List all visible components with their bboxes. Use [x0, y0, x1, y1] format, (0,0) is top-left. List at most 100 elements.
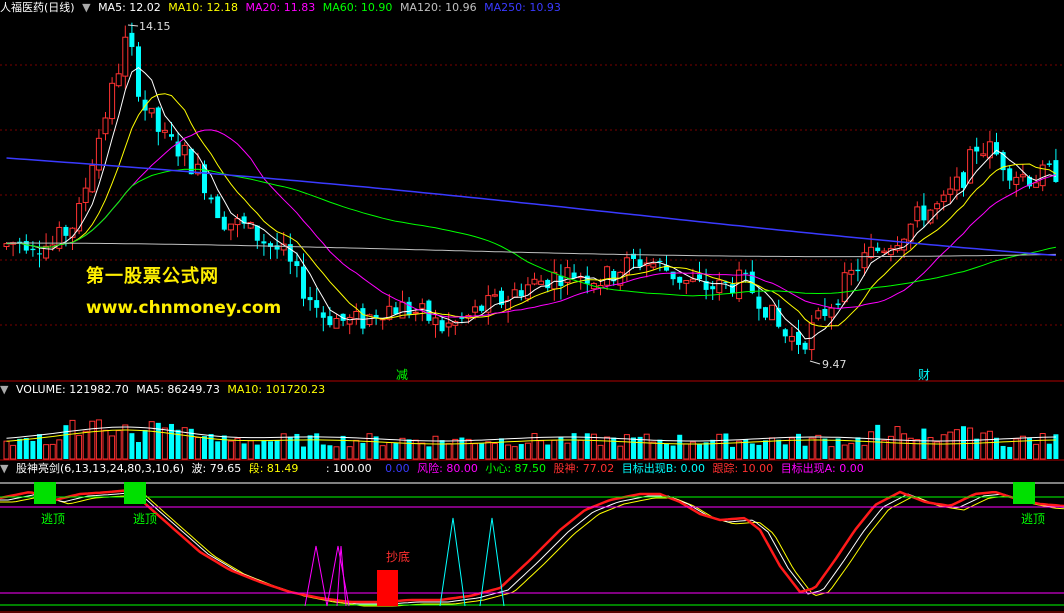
- volume-bar: [980, 432, 987, 460]
- mark-jian: 减: [396, 368, 408, 382]
- candle-body: [30, 248, 36, 251]
- candle-body: [221, 216, 227, 230]
- volume-bar: [10, 444, 17, 460]
- settings-icon[interactable]: ▼: [0, 383, 8, 396]
- candle-body: [822, 308, 828, 316]
- candle-body: [802, 342, 808, 350]
- volume-bar: [43, 444, 50, 460]
- candle-body: [320, 312, 326, 318]
- stock-name: 人福医药(日线): [0, 1, 75, 14]
- volume-bar: [518, 444, 524, 459]
- candle-body: [23, 241, 29, 251]
- candle-body: [1053, 160, 1059, 182]
- volume-bar: [208, 434, 214, 459]
- volume-bar: [327, 445, 333, 459]
- candle-body: [333, 318, 340, 329]
- candle-body: [947, 188, 954, 195]
- volume-bar: [82, 430, 89, 460]
- volume-bar: [1013, 438, 1020, 460]
- candle-body: [848, 269, 855, 275]
- volume-bar: [776, 439, 782, 459]
- bottom-buy-block: [377, 570, 398, 606]
- candle-body: [294, 261, 300, 267]
- candle-body: [76, 203, 83, 232]
- candle-body: [406, 301, 412, 316]
- volume-bar: [23, 438, 29, 459]
- candle-body: [835, 303, 841, 306]
- volume-bar: [227, 440, 234, 460]
- ma250-label: MA250: 10.93: [484, 1, 561, 14]
- candle-body: [788, 335, 795, 342]
- settings-icon[interactable]: ▼: [0, 462, 8, 475]
- volume-bar: [524, 442, 531, 460]
- volume-bar: [479, 443, 485, 459]
- volume-bar: [723, 433, 729, 459]
- volume-bar: [1000, 445, 1006, 459]
- candle-body: [881, 250, 888, 253]
- volume-bar: [445, 443, 452, 460]
- candle-body: [940, 194, 947, 203]
- candle-body: [914, 206, 921, 222]
- indicator-name: 股神亮剑(6,13,13,24,80,3,10,6): [15, 462, 185, 475]
- candle-body: [215, 196, 221, 219]
- indicator-panel-header: ▼ 股神亮剑(6,13,13,24,80,3,10,6) 波: 79.65 段:…: [0, 462, 868, 476]
- candle-body: [327, 316, 333, 326]
- volume-bar: [17, 438, 23, 459]
- volume-bar: [142, 430, 148, 459]
- candle-body: [360, 308, 366, 329]
- candle-body: [3, 243, 10, 247]
- volume-bar: [307, 435, 313, 459]
- candle-body: [37, 253, 42, 255]
- volume-bar: [835, 438, 841, 459]
- volume-bar: [1053, 434, 1059, 459]
- ma120-label: MA120: 10.96: [399, 1, 477, 14]
- candle-body: [1046, 163, 1052, 165]
- candle-body: [551, 271, 558, 290]
- volume-bar: [215, 441, 221, 459]
- volume-bar: [254, 444, 260, 459]
- candle-body: [796, 331, 801, 345]
- volume-bar: [49, 443, 56, 460]
- candle-body: [743, 272, 749, 274]
- candle-body: [868, 246, 875, 258]
- volume-bar: [782, 444, 788, 459]
- volume-bar: [439, 440, 445, 459]
- volume-bar: [564, 442, 571, 460]
- ma60-label: MA60: 10.90: [322, 1, 393, 14]
- indicator-item: 波: 79.65: [191, 462, 242, 475]
- candle-body: [89, 164, 96, 193]
- candle-body: [136, 46, 141, 97]
- volume-bar: [268, 441, 273, 459]
- volume-bar: [499, 438, 504, 459]
- volume-bar: [664, 443, 669, 459]
- escape-top-block: [34, 482, 56, 504]
- candle-body: [855, 269, 861, 272]
- candle-body: [763, 307, 768, 318]
- volume-bar: [129, 433, 135, 459]
- candle-body: [63, 226, 69, 236]
- candle-body: [953, 176, 960, 191]
- candle-body: [314, 300, 320, 308]
- settings-icon[interactable]: ▼: [82, 1, 90, 14]
- volume-bar: [333, 446, 340, 460]
- candle-body: [208, 197, 214, 200]
- candle-body: [604, 266, 611, 286]
- indicator-item: 目标出现A: 0.00: [780, 462, 864, 475]
- volume-bar: [491, 442, 498, 460]
- volume-bar: [393, 442, 399, 459]
- candle-body: [637, 259, 643, 267]
- volume-bar: [432, 435, 439, 460]
- candle-body: [697, 274, 702, 280]
- candle-body: [1013, 176, 1020, 185]
- volume-bar: [815, 434, 822, 460]
- candle-body: [439, 320, 445, 332]
- volume-bar: [109, 435, 116, 460]
- volume-bar: [360, 442, 366, 459]
- ma20-label: MA20: 11.83: [245, 1, 316, 14]
- volume-bar: [848, 442, 855, 460]
- volume-bar: [102, 429, 109, 460]
- volume-bar: [169, 423, 174, 459]
- volume-panel-header: ▼ VOLUME: 121982.70 MA5: 86249.73 MA10: …: [0, 383, 329, 397]
- volume-bar: [340, 435, 346, 459]
- candle-body: [122, 36, 129, 77]
